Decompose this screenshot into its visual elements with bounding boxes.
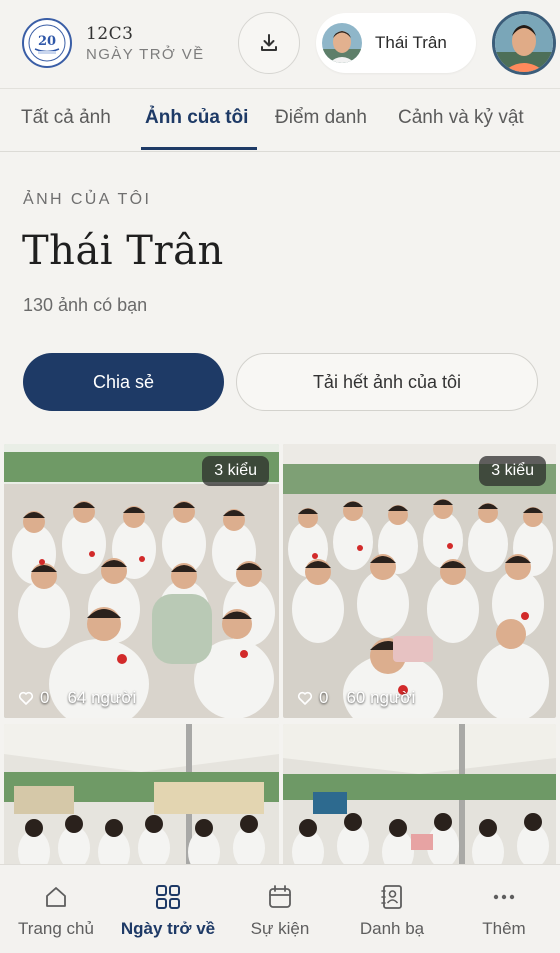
nav-label: Trang chủ xyxy=(18,919,94,938)
photo-card[interactable]: 3 kiểu 0 60 người xyxy=(283,444,556,718)
contacts-icon xyxy=(381,885,402,909)
active-tab-indicator xyxy=(141,147,257,150)
nav-contacts[interactable]: Danh bạ xyxy=(348,865,436,953)
logo-number: 20 xyxy=(38,34,56,49)
user-chip-avatar xyxy=(322,23,362,63)
user-chip[interactable]: Thái Trân xyxy=(316,13,476,73)
people-count: 64 người xyxy=(67,688,137,707)
photo-card[interactable]: 3 kiểu 0 64 người xyxy=(4,444,279,718)
nav-label: Danh bạ xyxy=(359,919,425,938)
class-name: 12C3 xyxy=(86,23,134,44)
nav-more[interactable]: Thêm xyxy=(464,865,544,953)
nav-return-day[interactable]: Ngày trở về xyxy=(114,865,222,953)
brand-block: 12C3 NGÀY TRỞ VỀ xyxy=(86,24,205,63)
tab-scenery-keepsakes[interactable]: Cảnh và kỷ vật xyxy=(398,107,524,129)
heart-icon[interactable] xyxy=(297,690,313,706)
share-button[interactable]: Chia sẻ xyxy=(23,353,224,411)
tab-my-photos[interactable]: Ảnh của tôi xyxy=(145,107,248,129)
heart-icon[interactable] xyxy=(18,690,34,706)
nav-events[interactable]: Sự kiện xyxy=(238,865,322,953)
nav-label: Thêm xyxy=(482,919,526,938)
class-logo-emblem-icon: 20 xyxy=(28,24,66,62)
people-count: 60 người xyxy=(346,688,416,707)
tab-all-photos[interactable]: Tất cả ảnh xyxy=(21,107,111,129)
photo-meta: 0 64 người xyxy=(18,688,136,708)
profile-avatar[interactable] xyxy=(492,11,556,75)
home-icon xyxy=(46,887,66,907)
event-subtitle: NGÀY TRỞ VỀ xyxy=(86,45,205,63)
photo-card[interactable] xyxy=(283,724,556,864)
variant-count-badge: 3 kiểu xyxy=(479,456,546,486)
user-chip-name: Thái Trân xyxy=(375,33,447,52)
download-all-button[interactable]: Tải hết ảnh của tôi xyxy=(236,353,538,411)
class-logo[interactable]: 20 xyxy=(22,18,72,68)
section-eyebrow: ẢNH CỦA TÔI xyxy=(23,191,152,208)
tab-attendance[interactable]: Điểm danh xyxy=(275,107,367,129)
photo-count: 130 ảnh có bạn xyxy=(23,295,148,315)
group-photo-image xyxy=(4,724,279,864)
bottom-navigation: Trang chủ Ngày trở về Sự kiện Danh bạ Th… xyxy=(0,864,560,953)
nav-label: Ngày trở về xyxy=(120,919,216,938)
photo-grid: 3 kiểu 0 64 người 3 kiểu 0 60 người xyxy=(0,444,560,864)
grid-icon xyxy=(156,885,180,909)
page-title: Thái Trân xyxy=(22,228,224,274)
photo-card[interactable] xyxy=(4,724,279,864)
download-icon xyxy=(261,34,277,51)
tab-bar: Tất cả ảnh Ảnh của tôi Điểm danh Cảnh và… xyxy=(0,88,560,152)
more-icon xyxy=(493,894,515,900)
variant-count-badge: 3 kiểu xyxy=(202,456,269,486)
like-count: 0 xyxy=(319,688,329,707)
calendar-icon xyxy=(269,885,291,908)
photo-meta: 0 60 người xyxy=(297,688,415,708)
download-button[interactable] xyxy=(238,12,300,74)
nav-label: Sự kiện xyxy=(250,919,310,938)
like-count: 0 xyxy=(40,688,50,707)
nav-home[interactable]: Trang chủ xyxy=(12,865,100,953)
group-photo-image xyxy=(283,724,556,864)
